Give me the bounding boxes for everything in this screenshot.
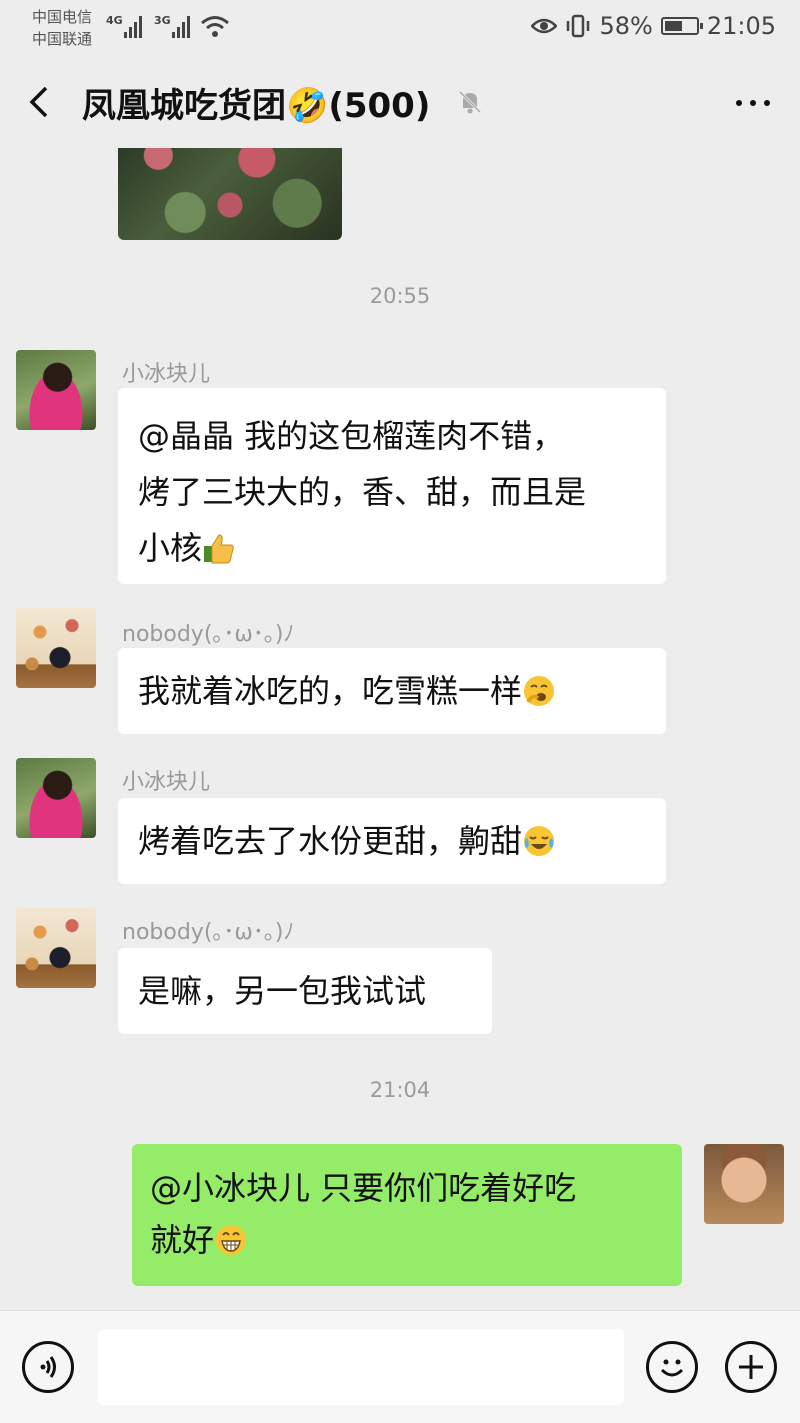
my-message-bubble[interactable]: @小冰块儿 只要你们吃着好吃 就好 (132, 1144, 682, 1286)
more-functions-button[interactable] (725, 1341, 777, 1393)
status-time: 21:05 (706, 12, 776, 40)
message-line: 小核 (138, 529, 203, 567)
message-line: 就好 (150, 1221, 215, 1259)
input-bar (0, 1310, 800, 1423)
more-options-icon[interactable] (736, 100, 770, 106)
message-text: 烤着吃去了水份更甜，齁甜 (138, 822, 523, 860)
battery-icon (660, 17, 703, 35)
signal-bars-2-icon (172, 14, 194, 38)
carrier-info: 中国电信 中国联通 (32, 6, 92, 50)
mute-bell-icon (458, 90, 482, 114)
sender-name: nobody(｡･ω･｡)ﾉ (122, 920, 295, 945)
battery-percent: 58% (599, 12, 653, 40)
yawn-emoji-icon (524, 676, 555, 706)
network-type-2: 3G (154, 14, 171, 27)
message-input[interactable] (98, 1329, 624, 1405)
thumbs-up-icon (204, 534, 234, 564)
avatar[interactable] (16, 908, 96, 988)
eye-comfort-icon (531, 18, 558, 34)
message-line: @小冰块儿 只要你们吃着好吃 (150, 1169, 577, 1207)
message-text: 我就着冰吃的，吃雪糕一样 (138, 672, 523, 710)
voice-input-button[interactable] (22, 1341, 74, 1393)
chat-header: 凤凰城吃货团🤣(500) (0, 56, 800, 148)
signal-bars-1-icon (124, 14, 146, 38)
avatar[interactable] (16, 350, 96, 430)
sender-name: 小冰块儿 (122, 770, 211, 795)
my-avatar[interactable] (704, 1144, 784, 1224)
voice-icon (40, 1356, 56, 1378)
smile-icon (660, 1359, 684, 1377)
tears-of-joy-emoji-icon (524, 826, 555, 856)
sender-name: 小冰块儿 (122, 362, 211, 387)
message-line: 烤了三块大的，香、甜，而且是 (138, 473, 587, 511)
timestamp: 20:55 (369, 284, 431, 308)
message-bubble[interactable]: @晶晶 我的这包榴莲肉不错， 烤了三块大的，香、甜，而且是 小核 (118, 388, 666, 584)
chat-title: 凤凰城吃货团🤣(500) (82, 86, 431, 126)
plus-icon (739, 1355, 763, 1379)
sender-name: nobody(｡･ω･｡)ﾉ (122, 622, 295, 647)
image-message[interactable] (118, 148, 342, 240)
message-bubble[interactable]: 是嘛，另一包我试试 (118, 948, 492, 1034)
vibrate-icon (567, 14, 590, 38)
back-arrow-icon[interactable] (24, 84, 56, 120)
message-text: 是嘛，另一包我试试 (138, 972, 427, 1010)
wifi-icon (201, 16, 229, 37)
avatar[interactable] (16, 608, 96, 688)
avatar[interactable] (16, 758, 96, 838)
message-line: @晶晶 我的这包榴莲肉不错， (138, 417, 565, 455)
message-bubble[interactable]: 烤着吃去了水份更甜，齁甜 (118, 798, 666, 884)
carrier-1: 中国电信 (32, 8, 93, 26)
network-type-1: 4G (106, 14, 123, 27)
emoji-button[interactable] (646, 1341, 698, 1393)
timestamp: 21:04 (369, 1078, 431, 1102)
carrier-2: 中国联通 (32, 30, 93, 48)
status-bar: 中国电信 中国联通 4G 3G 58% 21:05 (0, 0, 800, 56)
grin-emoji-icon (216, 1225, 247, 1255)
message-bubble[interactable]: 我就着冰吃的，吃雪糕一样 (118, 648, 666, 734)
